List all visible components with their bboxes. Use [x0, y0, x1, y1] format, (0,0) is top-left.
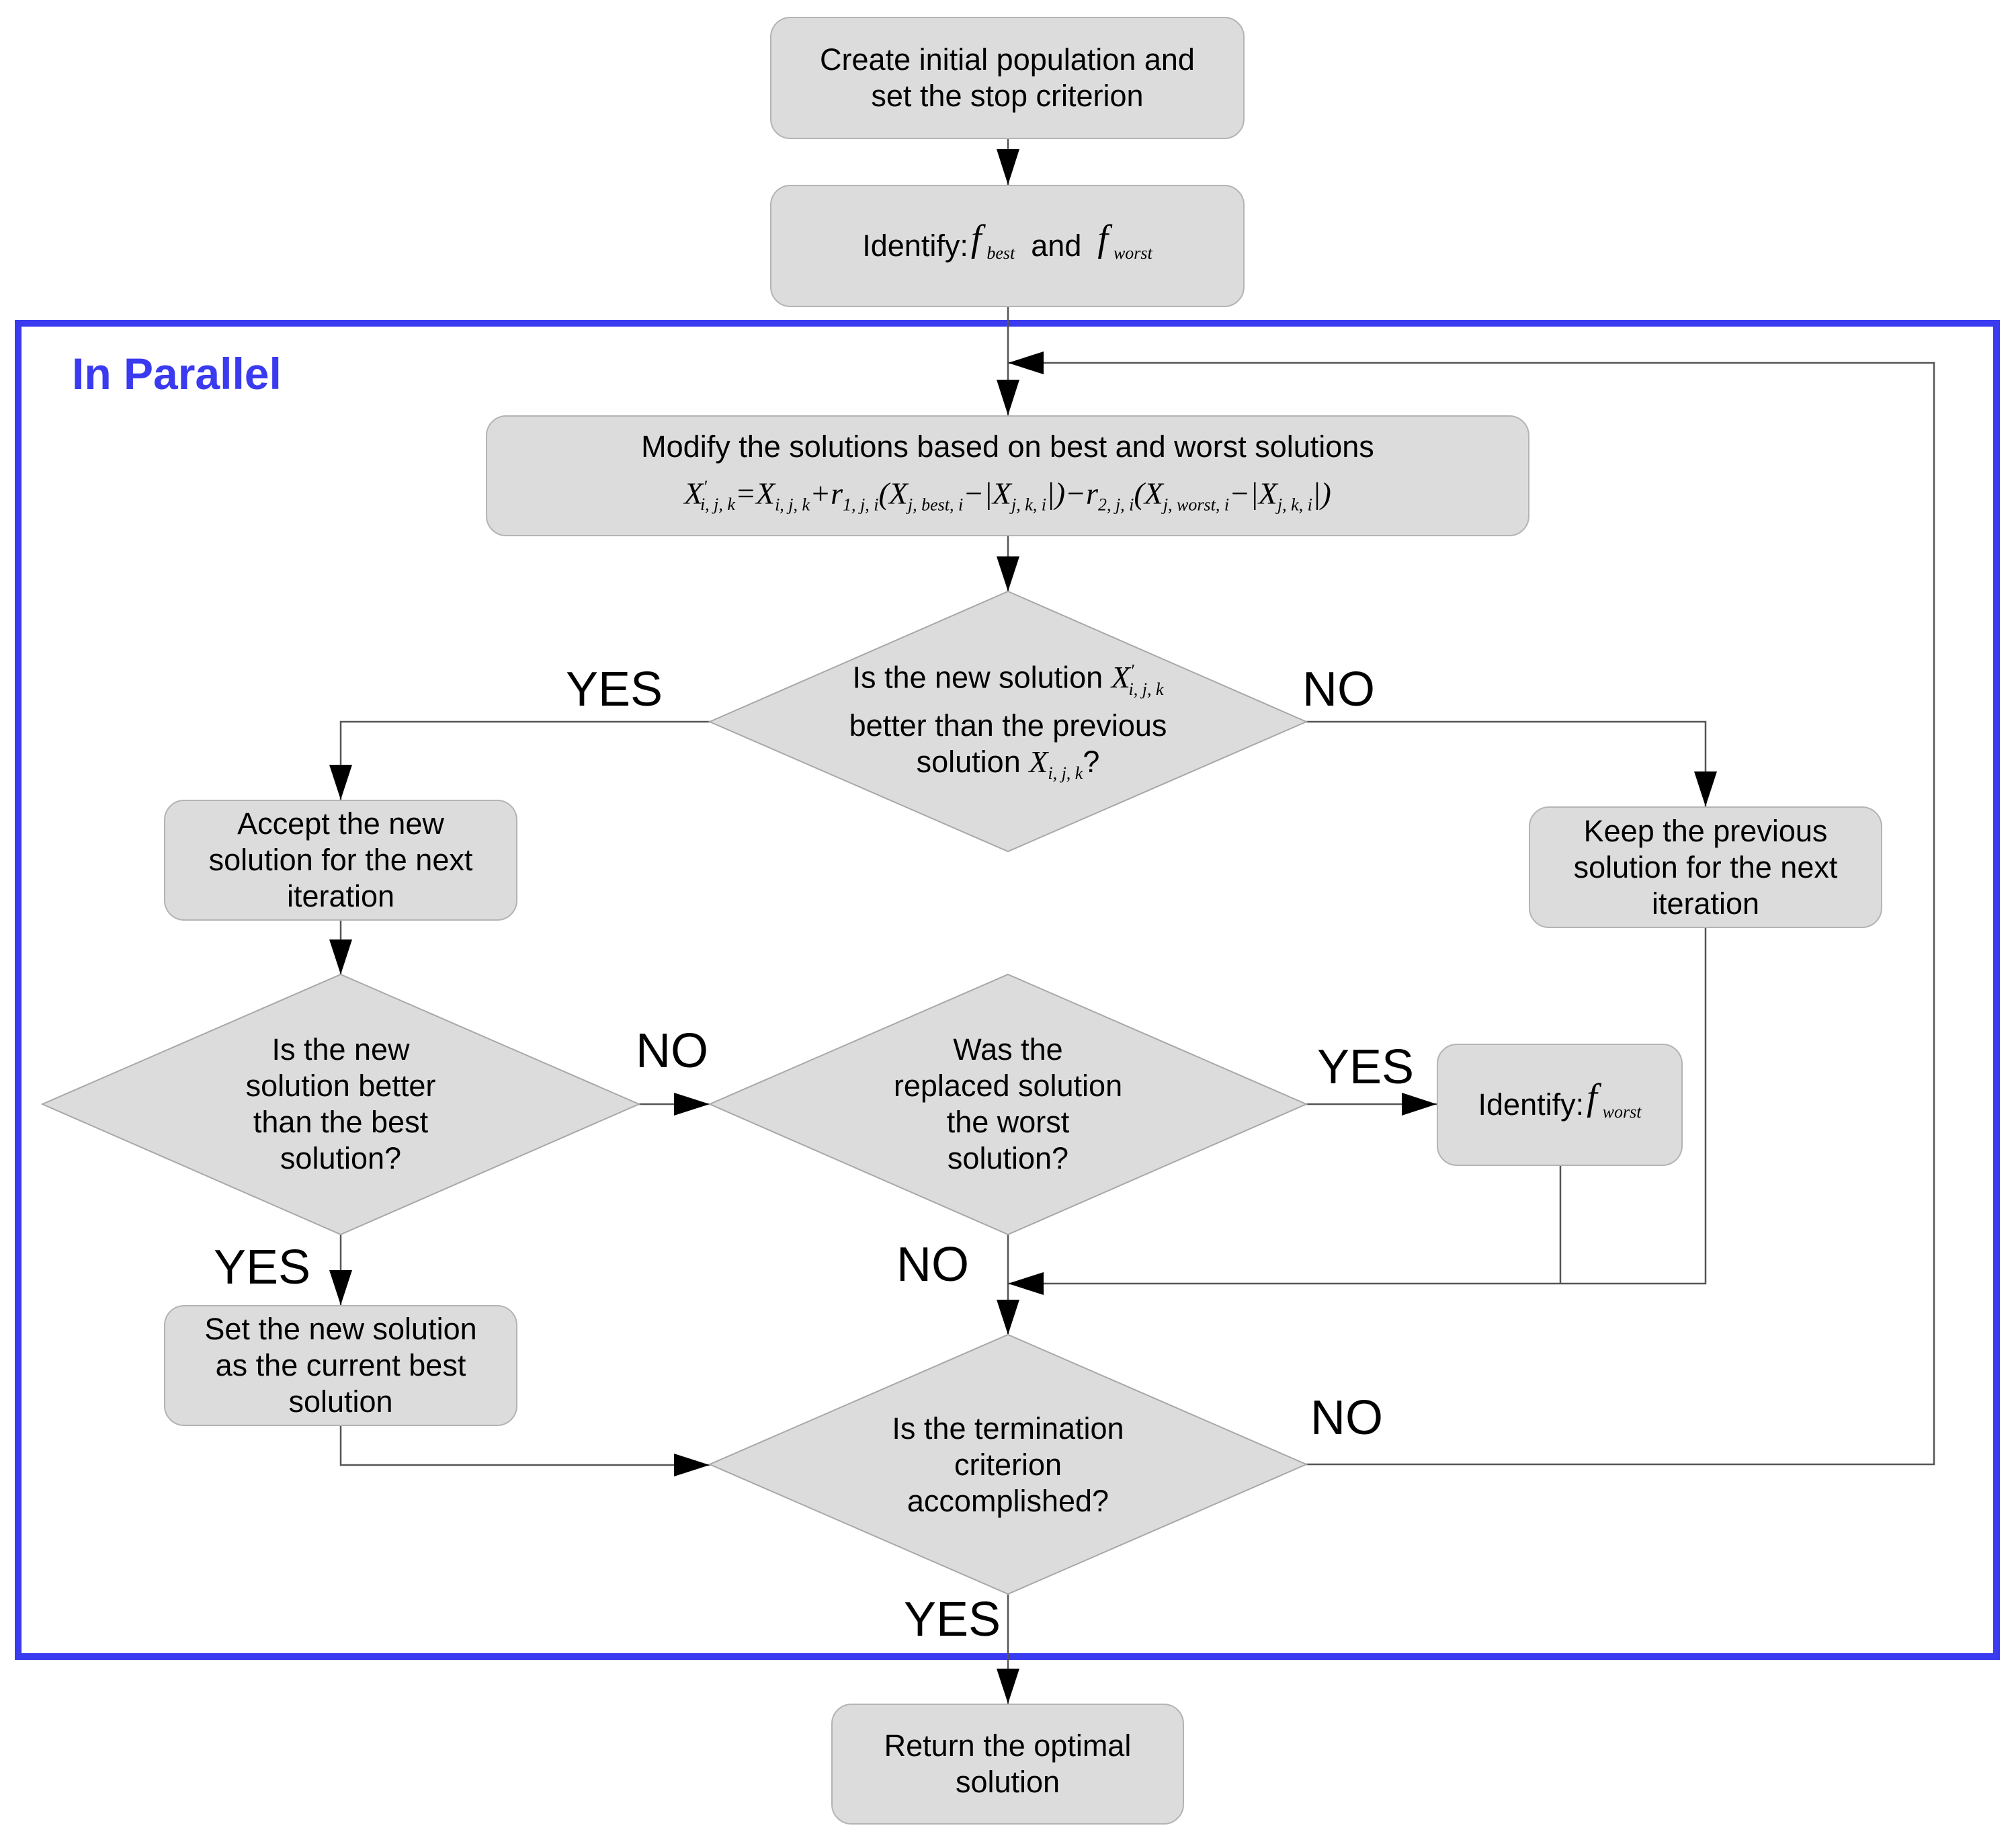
arrowhead-identify — [997, 149, 1019, 185]
decision-worst: Was the replaced solution the worst solu… — [844, 1028, 1172, 1180]
modify-node: Modify the solutions based on best and w… — [486, 415, 1529, 536]
arrowhead-decision-best — [329, 939, 352, 974]
modify-title: Modify the solutions based on best and w… — [641, 429, 1374, 464]
accept-node: Accept the new solution for the next ite… — [164, 800, 517, 921]
set-best-line2: as the current best — [215, 1348, 466, 1382]
decision-best-line4: solution? — [280, 1141, 402, 1175]
label-no-worst: NO — [896, 1238, 969, 1292]
keep-node: Keep the previous solution for the next … — [1529, 806, 1882, 928]
set-best-line1: Set the new solution — [204, 1312, 477, 1346]
decision-term-line1: Is the termination — [892, 1411, 1124, 1446]
arrowhead-keep — [1694, 771, 1717, 806]
identify-prefix: Identify: — [862, 228, 968, 263]
arrowhead-set-best — [329, 1270, 352, 1305]
arrowhead-decision-worst — [674, 1093, 710, 1116]
arrowhead-term-left — [674, 1454, 710, 1476]
line-yes-accept — [339, 720, 710, 800]
identify-worst-node: Identify: f worst — [1437, 1044, 1683, 1166]
identify-and: and — [1031, 228, 1082, 263]
decision-best: Is the new solution better than the best… — [177, 1028, 505, 1180]
start-line2: set the stop criterion — [871, 79, 1144, 113]
decision-term-line2: criterion — [954, 1448, 1062, 1482]
f-worst-2: f worst — [1587, 1076, 1642, 1122]
arrowhead-term — [997, 1300, 1019, 1335]
f-worst: f worst — [1097, 217, 1152, 263]
arrowhead-return — [997, 1669, 1019, 1704]
identify-best-worst-node: Identify: f best and f worst — [770, 185, 1245, 307]
decision-new-better-line3: solution Xi, j, k? — [916, 744, 1100, 783]
accept-line3: iteration — [286, 879, 395, 913]
start-line1: Create initial population and — [820, 42, 1195, 77]
arrowhead-decision1 — [997, 556, 1019, 591]
decision-worst-line4: solution? — [947, 1141, 1069, 1175]
arrowhead-modify — [997, 380, 1019, 415]
decision-worst-line2: replaced solution — [893, 1069, 1123, 1103]
return-line1: Return the optimal — [884, 1728, 1132, 1763]
decision-best-line3: than the best — [253, 1105, 429, 1139]
decision-term-line3: accomplished? — [907, 1484, 1109, 1518]
set-best-line3: solution — [288, 1384, 393, 1419]
parallel-label: In Parallel — [72, 349, 282, 399]
set-best-node: Set the new solution as the current best… — [164, 1305, 517, 1426]
decision-best-line2: solution better — [245, 1069, 436, 1103]
label-yes-accept: YES — [566, 663, 663, 716]
decision-new-better-line1: Is the new solution X′i, j, k — [852, 660, 1164, 699]
accept-line2: solution for the next — [208, 843, 473, 877]
decision-worst-line1: Was the — [953, 1032, 1063, 1067]
return-line2: solution — [955, 1765, 1060, 1799]
label-no-keep: NO — [1302, 663, 1375, 716]
keep-line1: Keep the previous — [1583, 813, 1828, 848]
arrowhead-identify-worst — [1402, 1093, 1437, 1116]
decision-new-better-line2: better than the previous — [849, 708, 1167, 743]
label-no-best: NO — [636, 1024, 708, 1078]
accept-line1: Accept the new — [237, 806, 444, 841]
label-no-term: NO — [1310, 1391, 1383, 1445]
label-yes-term: YES — [904, 1593, 1001, 1646]
start-node: Create initial population and set the st… — [770, 17, 1245, 139]
decision-worst-line3: the worst — [946, 1105, 1070, 1139]
f-best: f best — [970, 217, 1015, 263]
decision-term: Is the termination criterion accomplishe… — [810, 1408, 1206, 1522]
return-node: Return the optimal solution — [831, 1704, 1184, 1825]
decision-best-line1: Is the new — [271, 1032, 410, 1067]
keep-line3: iteration — [1651, 886, 1760, 921]
decision-new-better: Is the new solution X′i, j, k better tha… — [777, 659, 1239, 786]
identify-worst-prefix: Identify: — [1478, 1087, 1585, 1122]
keep-line2: solution for the next — [1573, 849, 1838, 884]
label-yes-worst: YES — [1317, 1040, 1415, 1094]
arrowhead-merge — [1008, 1272, 1044, 1295]
arrowhead-accept — [329, 765, 352, 800]
arrowhead-loop — [1008, 351, 1044, 374]
line-set-term — [339, 1426, 710, 1466]
label-yes-best: YES — [214, 1241, 311, 1294]
update-formula: X′i, j, k=Xi, j, k+r1, j, i(Xj, best, i−… — [684, 476, 1331, 515]
line-no-keep — [1306, 720, 1707, 806]
